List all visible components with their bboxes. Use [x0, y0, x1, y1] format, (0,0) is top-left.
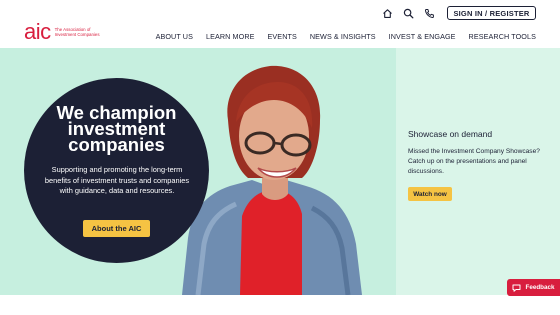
hero-circle: We champion investment companies Support…	[24, 78, 209, 263]
hero-portrait-image	[182, 65, 362, 295]
showcase-title: Showcase on demand	[408, 129, 493, 139]
hero-banner: Showcase on demand Missed the Investment…	[0, 48, 560, 295]
hero-text: Supporting and promoting the long-term b…	[44, 165, 190, 196]
nav-item-about-us[interactable]: ABOUT US	[156, 32, 193, 41]
nav-item-learn-more[interactable]: LEARN MORE	[206, 32, 255, 41]
hero-headline: We champion investment companies	[56, 102, 177, 155]
nav-item-news-insights[interactable]: NEWS & INSIGHTS	[310, 32, 376, 41]
about-aic-button[interactable]: About the AIC	[83, 220, 150, 237]
feedback-label: Feedback	[525, 284, 555, 291]
showcase-panel: Showcase on demand Missed the Investment…	[396, 48, 560, 295]
logo-mark: aic	[24, 19, 51, 44]
utility-bar: SIGN IN / REGISTER	[381, 6, 536, 20]
showcase-text: Missed the Investment Company Showcase? …	[408, 148, 540, 176]
nav-item-events[interactable]: EVENTS	[268, 32, 297, 41]
aic-logo[interactable]: aic The Association of Investment Compan…	[24, 21, 107, 43]
sign-in-register-button[interactable]: SIGN IN / REGISTER	[447, 6, 536, 20]
home-icon[interactable]	[381, 7, 393, 19]
watch-now-button[interactable]: Watch now	[408, 187, 452, 201]
phone-icon[interactable]	[423, 7, 435, 19]
logo-subtitle: The Association of Investment Companies	[54, 27, 100, 37]
main-nav: ABOUT US LEARN MORE EVENTS NEWS & INSIGH…	[156, 32, 536, 41]
feedback-button[interactable]: Feedback	[507, 279, 560, 296]
search-icon[interactable]	[402, 7, 414, 19]
site-header: aic The Association of Investment Compan…	[0, 0, 560, 48]
chat-icon	[512, 284, 521, 292]
nav-item-research-tools[interactable]: RESEARCH TOOLS	[469, 32, 536, 41]
nav-item-invest-engage[interactable]: INVEST & ENGAGE	[389, 32, 456, 41]
